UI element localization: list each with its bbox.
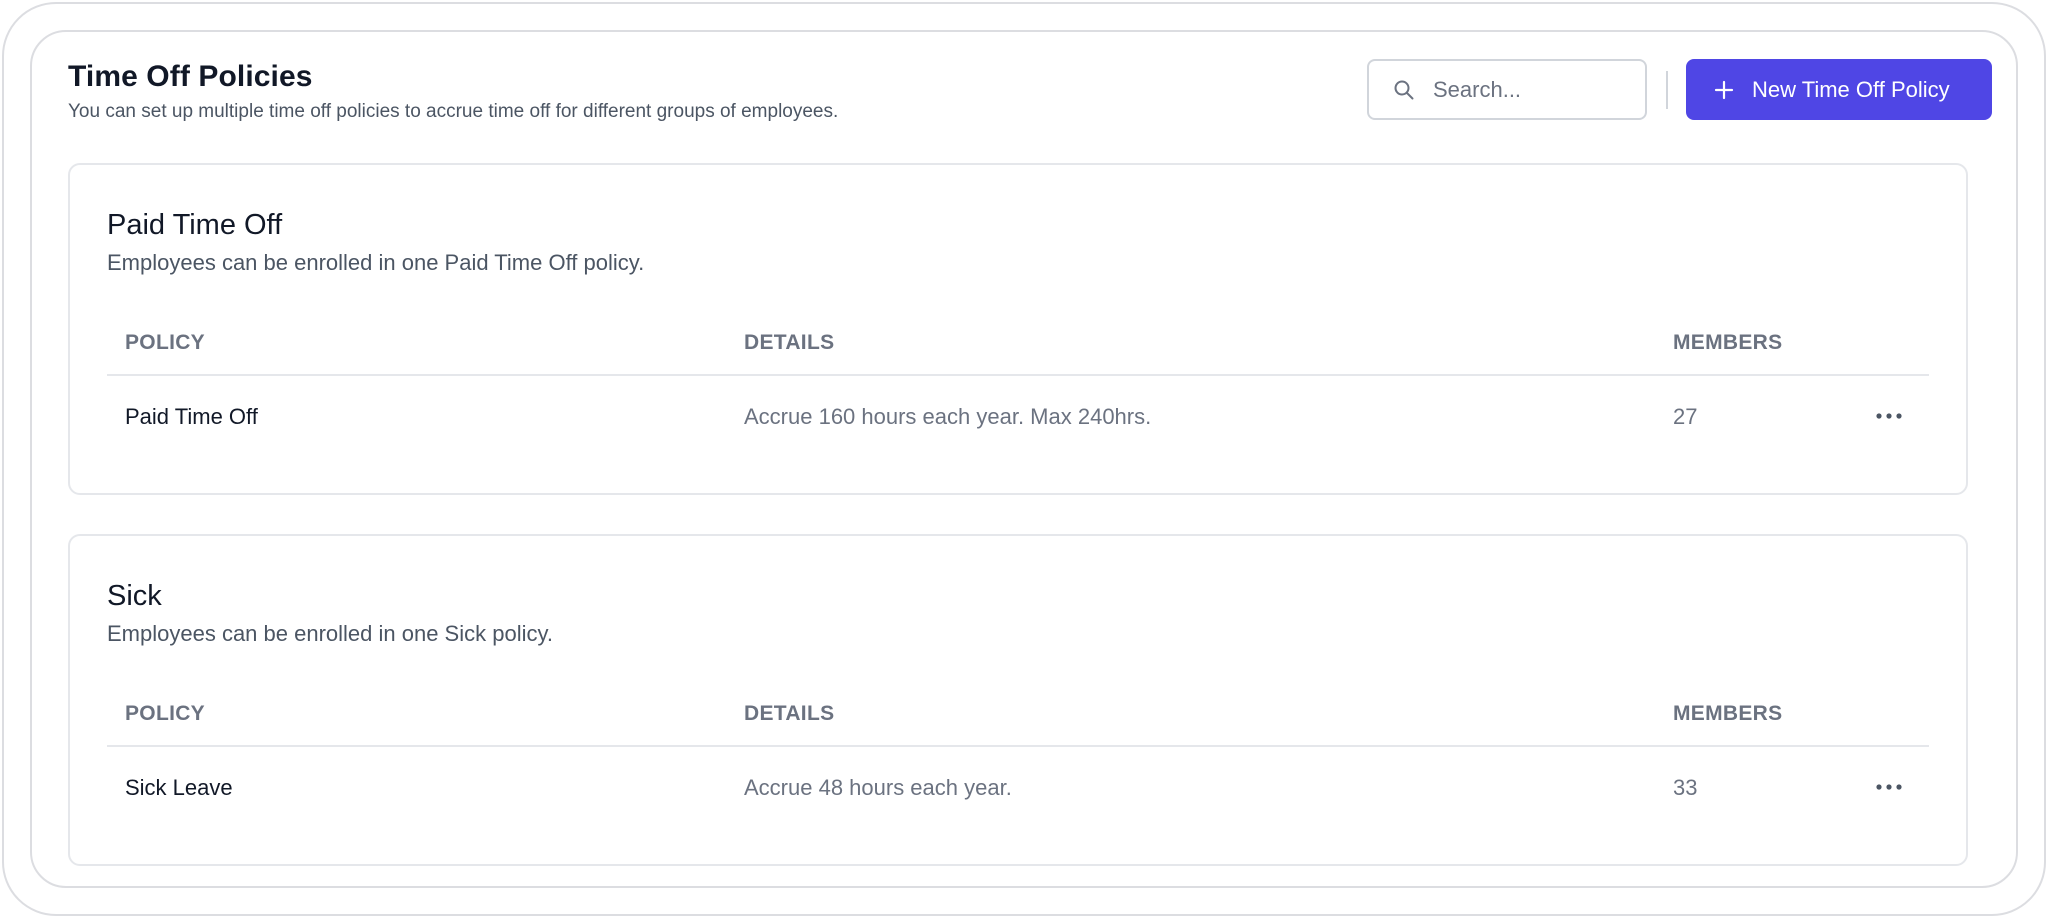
table-header: POLICY DETAILS MEMBERS xyxy=(107,331,1929,376)
column-header-members: MEMBERS xyxy=(1673,331,1783,354)
search-icon xyxy=(1393,79,1415,101)
header-divider xyxy=(1666,71,1668,109)
search-box[interactable] xyxy=(1367,59,1647,120)
section-description: Employees can be enrolled in one Sick po… xyxy=(107,621,553,646)
column-header-details: DETAILS xyxy=(744,331,835,354)
policy-members-count: 33 xyxy=(1673,775,1698,800)
policy-details: Accrue 160 hours each year. Max 240hrs. xyxy=(744,404,1152,429)
column-header-members: MEMBERS xyxy=(1673,702,1783,725)
section-description: Employees can be enrolled in one Paid Ti… xyxy=(107,250,645,275)
row-actions-button[interactable] xyxy=(1869,404,1909,428)
page-title: Time Off Policies xyxy=(68,60,313,93)
plus-icon xyxy=(1714,80,1734,100)
policy-details: Accrue 48 hours each year. xyxy=(744,775,1012,800)
table-header: POLICY DETAILS MEMBERS xyxy=(107,702,1929,747)
policy-name: Sick Leave xyxy=(125,775,233,800)
row-actions-button[interactable] xyxy=(1869,775,1909,799)
column-header-details: DETAILS xyxy=(744,702,835,725)
search-input[interactable] xyxy=(1433,76,1633,103)
table-row[interactable]: Paid Time Off Accrue 160 hours each year… xyxy=(107,376,1929,456)
policy-section-paid-time-off: Paid Time Off Employees can be enrolled … xyxy=(68,163,1968,495)
table-row[interactable]: Sick Leave Accrue 48 hours each year. 33 xyxy=(107,747,1929,827)
column-header-policy: POLICY xyxy=(125,702,205,725)
more-horizontal-icon xyxy=(1876,413,1902,419)
policy-members-count: 27 xyxy=(1673,404,1698,429)
section-title: Sick xyxy=(107,580,162,612)
policy-section-sick: Sick Employees can be enrolled in one Si… xyxy=(68,534,1968,866)
column-header-policy: POLICY xyxy=(125,331,205,354)
new-time-off-policy-label: New Time Off Policy xyxy=(1752,76,1950,102)
policy-name: Paid Time Off xyxy=(125,404,258,429)
more-horizontal-icon xyxy=(1876,784,1902,790)
section-title: Paid Time Off xyxy=(107,209,283,241)
page-subtitle: You can set up multiple time off policie… xyxy=(68,101,839,122)
new-time-off-policy-button[interactable]: New Time Off Policy xyxy=(1686,59,1992,120)
